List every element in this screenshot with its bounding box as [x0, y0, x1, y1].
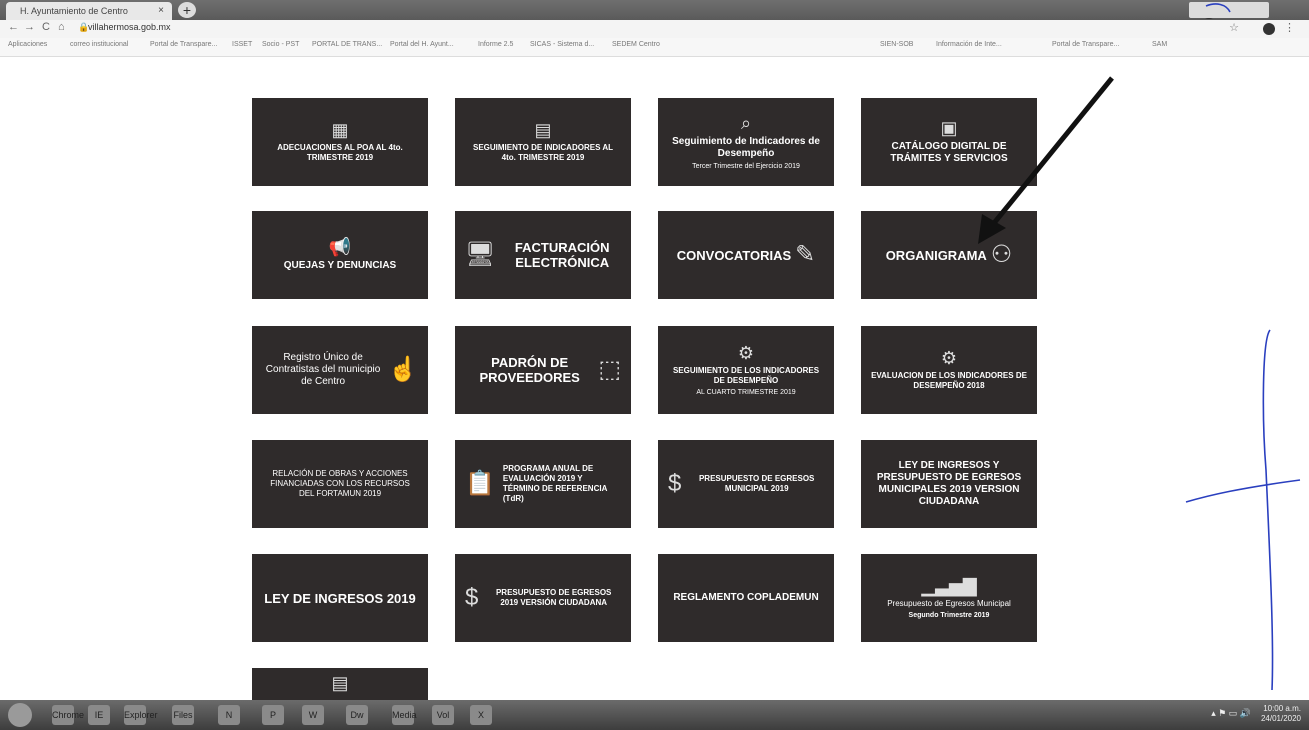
taskbar-app[interactable]: Chrome — [52, 705, 84, 725]
taskbar-app[interactable]: X — [470, 705, 492, 725]
system-tray-icons[interactable]: ▴ ⚑ ▭ 🔊 — [1211, 708, 1251, 719]
taskbar: Chrome IE Explorer Files N P W Dw Media … — [0, 700, 1309, 730]
annotation-arrow-head — [978, 214, 1006, 244]
signature-stroke — [1262, 329, 1274, 691]
taskbar-app[interactable]: Vol — [432, 705, 454, 725]
clock[interactable]: 10:00 a.m. 24/01/2020 — [1261, 704, 1301, 724]
taskbar-app[interactable]: Files — [172, 705, 194, 725]
taskbar-app[interactable]: IE — [88, 705, 110, 725]
start-button[interactable] — [8, 703, 32, 727]
taskbar-app[interactable]: Media — [392, 705, 417, 725]
clock-date: 24/01/2020 — [1260, 714, 1301, 723]
signature-stroke — [1185, 479, 1301, 503]
clock-time: 10:00 a.m. — [1263, 704, 1301, 713]
annotation-overlay — [978, 3, 1301, 691]
taskbar-app[interactable]: Explorer — [124, 705, 158, 725]
taskbar-app[interactable]: Dw — [346, 705, 368, 725]
signature-stroke — [1205, 3, 1231, 13]
taskbar-app[interactable]: N — [218, 705, 240, 725]
taskbar-app[interactable]: W — [302, 705, 324, 725]
taskbar-app[interactable]: P — [262, 705, 284, 725]
annotation-arrow-shaft — [988, 76, 1114, 230]
